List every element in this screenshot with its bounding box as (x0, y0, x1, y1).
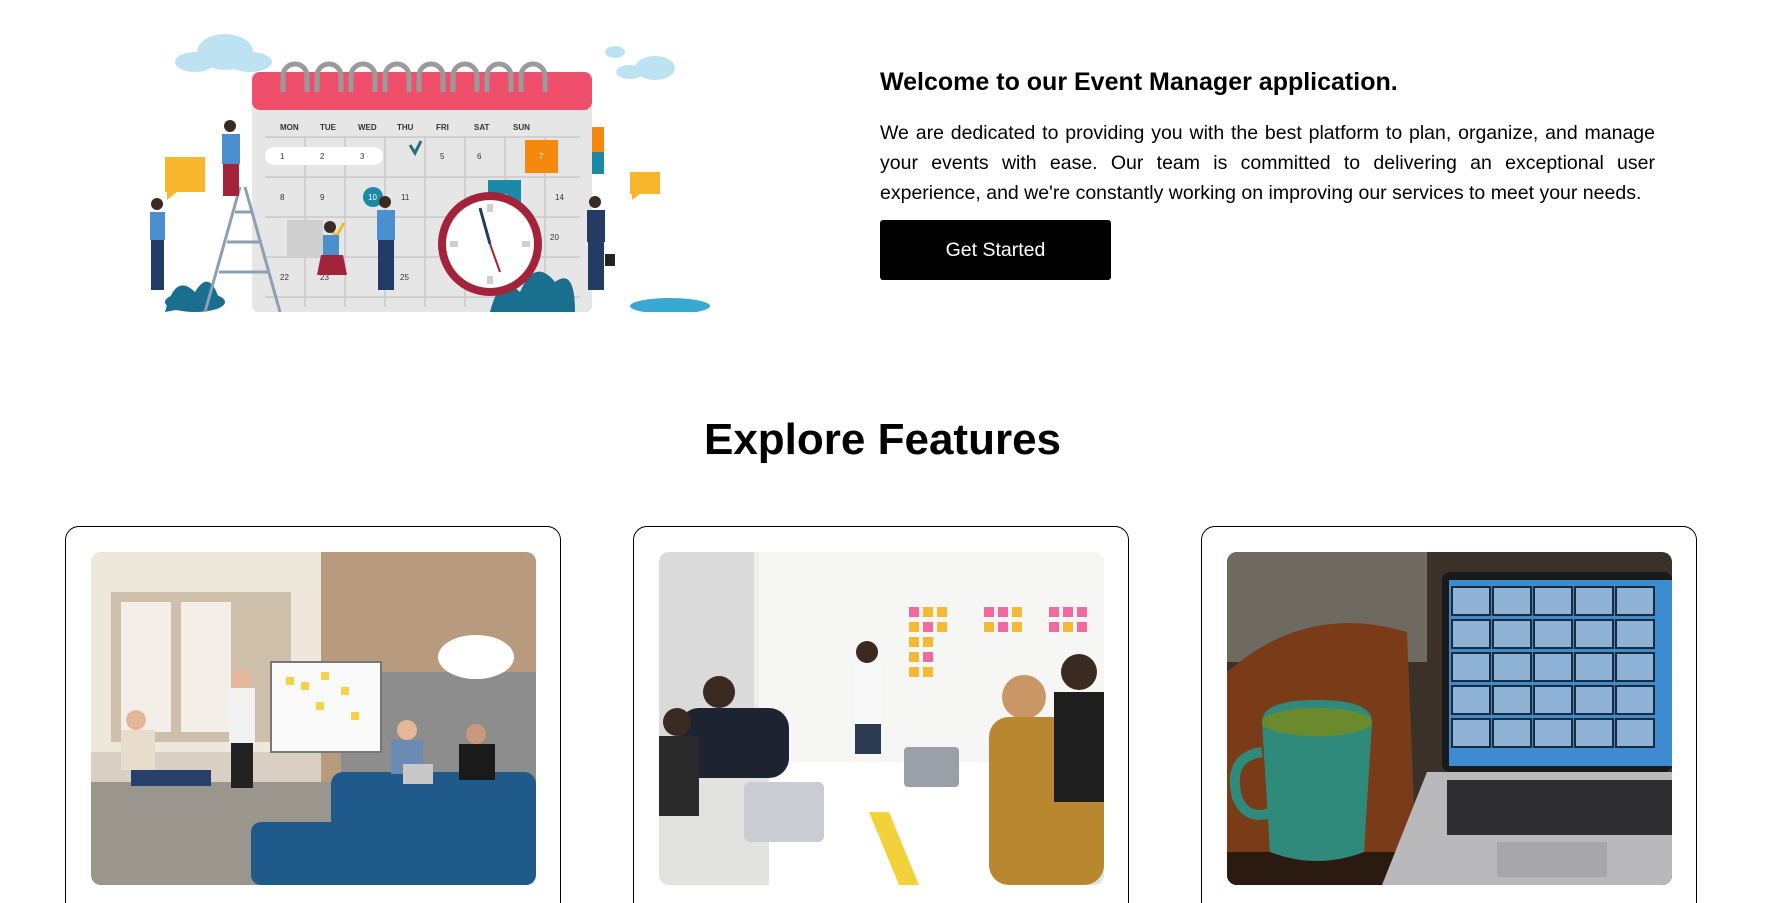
day-number: 2 (320, 152, 325, 161)
day-number: 8 (280, 193, 285, 202)
day-number: 1 (280, 152, 285, 161)
day-number: 11 (401, 193, 410, 202)
calendar-illustration: MON TUE WED THU FRI SAT SUN 1 2 3 5 6 7 … (125, 22, 725, 314)
weekday-label: WED (358, 123, 377, 132)
weekday-label: SAT (474, 123, 490, 132)
day-number: 5 (440, 152, 445, 161)
calendar-header (252, 72, 592, 110)
day-number: 9 (320, 193, 325, 202)
day-number: 25 (400, 273, 409, 282)
day-number: 7 (539, 152, 544, 161)
page: MON TUE WED THU FRI SAT SUN 1 2 3 5 6 7 … (0, 0, 1788, 903)
day-number: 14 (555, 193, 564, 202)
feature-card[interactable] (65, 526, 561, 903)
weekday-label: SUN (513, 123, 530, 132)
hero-title: Welcome to our Event Manager application… (880, 68, 1398, 96)
sticky-notes-presentation-photo (659, 552, 1104, 885)
get-started-button[interactable]: Get Started (880, 220, 1111, 280)
clock-icon (438, 192, 542, 296)
feature-card[interactable] (1201, 526, 1697, 903)
speech-bubble-icon (630, 172, 660, 200)
day-number: 6 (477, 152, 482, 161)
day-number: 20 (550, 233, 559, 242)
day-number: 3 (360, 152, 365, 161)
weekday-label: TUE (320, 123, 337, 132)
video-call-laptop-photo (1227, 552, 1672, 885)
speech-bubble-icon (165, 157, 205, 200)
calendar-illustration-svg: MON TUE WED THU FRI SAT SUN 1 2 3 5 6 7 … (150, 34, 710, 314)
weekday-label: MON (280, 123, 299, 132)
team-meeting-photo (91, 552, 536, 885)
weekday-label: FRI (436, 123, 449, 132)
hero-text-block: Welcome to our Event Manager application… (880, 66, 1655, 280)
day-number: 10 (368, 193, 377, 202)
features-title: Explore Features (703, 415, 1062, 464)
day-number: 22 (280, 273, 289, 282)
hero-description: We are dedicated to providing you with t… (880, 122, 1655, 204)
feature-card[interactable] (633, 526, 1129, 903)
weekday-label: THU (397, 123, 414, 132)
